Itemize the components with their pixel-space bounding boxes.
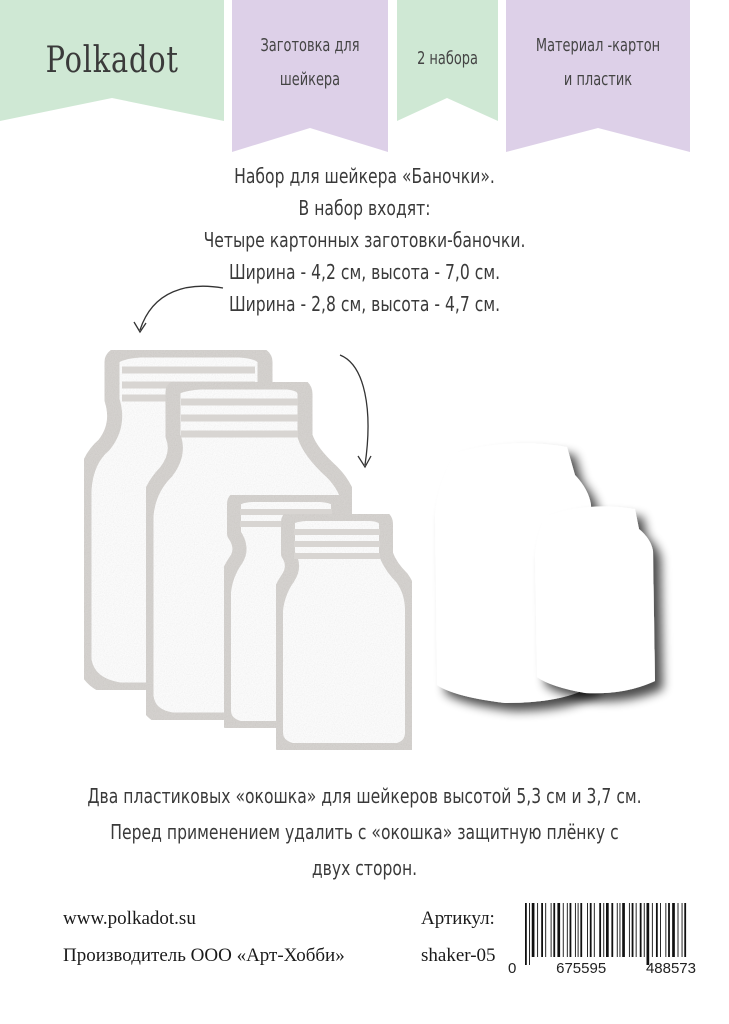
barcode-digit-left: 675595 <box>556 960 607 977</box>
plastic-windows-description: Два пластиковых «окошка» для шейкеров вы… <box>87 784 642 880</box>
website-link[interactable]: www.polkadot.su <box>63 908 196 930</box>
ribbon-blank-type-label: Заготовка для шейкера <box>260 34 360 90</box>
brand-logo: Polkadot <box>45 40 179 81</box>
barcode-digits: 0 675595 488573 <box>508 960 708 977</box>
ribbon-material-label: Материал -картон и пластик <box>535 34 661 90</box>
manufacturer-text: Производитель ООО «Арт-Хобби» <box>63 945 345 966</box>
plastic-window-small <box>535 506 655 694</box>
article-label: Артикул: <box>421 908 495 929</box>
cardboard-jars-illustration <box>76 342 419 757</box>
article-value: shaker-05 <box>421 945 496 966</box>
plastic-windows-illustration <box>435 443 655 703</box>
ribbon-sets-label: 2 набора <box>417 48 478 69</box>
barcode-digit-right: 488573 <box>645 960 696 977</box>
arrow-left-icon <box>133 285 224 334</box>
barcode-digit-prefix: 0 <box>508 960 517 977</box>
